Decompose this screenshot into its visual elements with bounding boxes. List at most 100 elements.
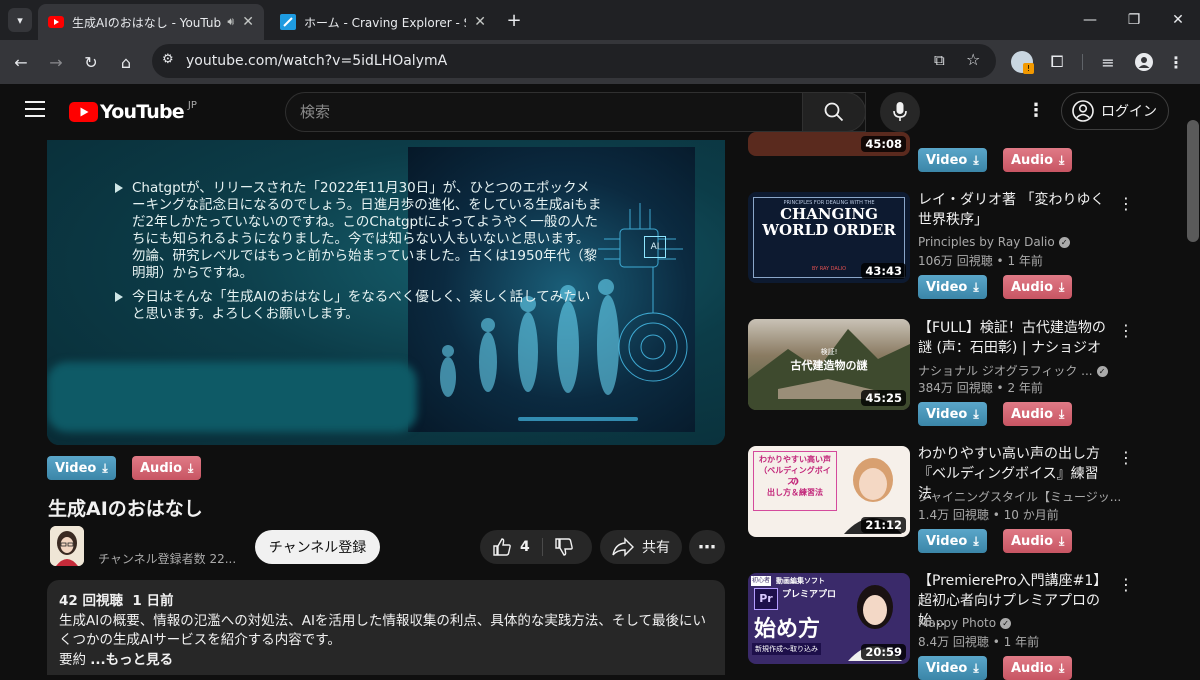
speaker-icon[interactable]: 🔊︎ bbox=[227, 15, 234, 29]
related-title[interactable]: 【FULL】検証！古代建造物の謎 (声：石田彰) | ナショジオ bbox=[918, 318, 1110, 358]
show-more-link[interactable]: ...もっと見る bbox=[90, 652, 173, 668]
browser-tab-craving[interactable]: ホーム - Craving Explorer - Start ✕ bbox=[270, 4, 496, 40]
related-thumbnail-4[interactable]: 初心者 動画編集ソフト プレミアプロ Pr 始め方 新規作成〜取り込み 20:5… bbox=[748, 573, 910, 664]
video-download-button[interactable]: Video ⤓ bbox=[918, 402, 987, 426]
related-channel[interactable]: ナショナル ジオグラフィック ... ✓ bbox=[918, 362, 1108, 379]
youtube-logo[interactable]: YouTube JP bbox=[69, 99, 197, 125]
related-thumbnail-0[interactable]: 45:08 bbox=[748, 132, 910, 156]
install-app-icon[interactable]: ⧉ bbox=[934, 51, 945, 69]
settings-kebab-icon[interactable]: ⋮ bbox=[1027, 100, 1045, 124]
related-age: 1 年前 bbox=[1007, 254, 1043, 268]
related-more-icon[interactable]: ⋮ bbox=[1118, 447, 1134, 467]
close-window-icon[interactable]: ✕ bbox=[1164, 8, 1192, 32]
tab-title: ホーム - Craving Explorer - Start bbox=[304, 15, 466, 30]
browser-tab-youtube[interactable]: 生成AIのおはなし - YouTube 🔊︎ ✕ bbox=[38, 4, 264, 40]
video-download-label: Video bbox=[926, 660, 968, 676]
related-more-icon[interactable]: ⋮ bbox=[1118, 320, 1134, 340]
tab-search-chevron-icon[interactable]: ▾ bbox=[8, 8, 32, 32]
related-channel[interactable]: シャイニングスタイル【ミュージッ... bbox=[918, 488, 1121, 505]
duration-badge: 43:43 bbox=[861, 263, 906, 279]
video-download-button[interactable]: Video ⤓ bbox=[918, 275, 987, 299]
subscriber-count: チャンネル登録者数 22... bbox=[98, 552, 237, 566]
thumb-caption: 新規作成〜取り込み bbox=[752, 643, 821, 655]
related-more-icon[interactable]: ⋮ bbox=[1118, 193, 1134, 213]
related-views: 8.4万 回視聴 bbox=[918, 635, 989, 649]
related-meta: 1.4万 回視聴 • 10 か月前 bbox=[918, 508, 1059, 522]
audio-download-button[interactable]: Audio ⤓ bbox=[132, 456, 201, 480]
related-thumbnail-3[interactable]: わかりやすい高い声 （ベルディングボイス） の 出し方＆練習法 21:12 bbox=[748, 446, 910, 537]
like-button[interactable]: 4 bbox=[492, 537, 542, 557]
close-tab-icon[interactable]: ✕ bbox=[242, 14, 254, 30]
login-button[interactable]: ログイン bbox=[1061, 92, 1169, 130]
related-title[interactable]: レイ・ダリオ著 「変わりゆく世界秩序」 bbox=[918, 190, 1110, 230]
related-meta: 106万 回視聴 • 1 年前 bbox=[918, 254, 1043, 268]
related-thumbnail-1[interactable]: PRINCIPLES FOR DEALING WITH THE CHANGING… bbox=[748, 192, 910, 283]
related-meta: 8.4万 回視聴 • 1 年前 bbox=[918, 635, 1040, 649]
forward-icon[interactable]: → bbox=[44, 50, 68, 74]
like-dislike-group: 4 bbox=[480, 530, 592, 564]
ai-chip-label: AI bbox=[644, 236, 666, 258]
audio-download-button[interactable]: Audio ⤓ bbox=[1003, 275, 1072, 299]
audio-download-label: Audio bbox=[1011, 533, 1054, 549]
reload-icon[interactable]: ↻ bbox=[79, 50, 103, 74]
craving-explorer-favicon-icon bbox=[280, 14, 296, 30]
related-more-icon[interactable]: ⋮ bbox=[1118, 574, 1134, 594]
share-button[interactable]: 共有 bbox=[600, 530, 682, 564]
video-download-label: Video bbox=[926, 406, 968, 422]
profile-extension-icon[interactable]: ! bbox=[1011, 51, 1034, 74]
subscribe-button[interactable]: チャンネル登録 bbox=[255, 530, 380, 564]
new-tab-icon[interactable]: + bbox=[500, 8, 528, 32]
channel-avatar[interactable] bbox=[50, 526, 84, 566]
verified-check-icon: ✓ bbox=[1000, 618, 1012, 629]
youtube-play-logo-icon bbox=[69, 102, 98, 122]
dislike-button[interactable] bbox=[554, 537, 576, 557]
related-meta: 384万 回視聴 • 2 年前 bbox=[918, 381, 1043, 395]
youtube-favicon-icon bbox=[48, 16, 64, 28]
restore-icon[interactable]: ❐ bbox=[1120, 8, 1148, 32]
blurred-region bbox=[47, 362, 417, 432]
audio-download-label: Audio bbox=[140, 460, 183, 476]
download-arrow-icon: ⤓ bbox=[973, 406, 979, 421]
search-input[interactable] bbox=[300, 102, 800, 122]
site-info-icon[interactable]: ⚙ bbox=[162, 52, 174, 67]
video-download-button[interactable]: Video ⤓ bbox=[918, 656, 987, 680]
close-tab-icon[interactable]: ✕ bbox=[474, 14, 486, 30]
video-download-label: Video bbox=[55, 460, 97, 476]
thumb-caption: 始め方 bbox=[754, 617, 821, 642]
thumb-caption: 動画編集ソフト bbox=[776, 577, 825, 585]
hamburger-menu-icon[interactable] bbox=[25, 101, 45, 117]
related-age: 10 か月前 bbox=[1003, 508, 1059, 522]
audio-download-button[interactable]: Audio ⤓ bbox=[1003, 529, 1072, 553]
video-download-button[interactable]: Video ⤓ bbox=[918, 148, 987, 172]
account-circle-icon bbox=[1072, 100, 1094, 122]
search-button[interactable] bbox=[802, 92, 866, 132]
download-arrow-icon: ⤓ bbox=[1059, 152, 1065, 167]
browser-menu-icon[interactable]: ⋮ bbox=[1164, 50, 1188, 74]
profile-avatar-icon[interactable] bbox=[1132, 50, 1156, 74]
channel-name: シャイニングスタイル【ミュージッ... bbox=[918, 490, 1122, 504]
related-channel[interactable]: Principles by Ray Dalio ✓ bbox=[918, 235, 1070, 249]
related-channel[interactable]: Mappy Photo ✓ bbox=[918, 616, 1012, 630]
voice-search-button[interactable] bbox=[880, 92, 920, 132]
media-control-icon[interactable]: ≡ bbox=[1096, 50, 1120, 74]
video-download-button[interactable]: Video ⤓ bbox=[918, 529, 987, 553]
youtube-header: YouTube JP ⋮ ログイン bbox=[0, 84, 1200, 140]
address-bar[interactable]: ⚙ youtube.com/watch?v=5idLHOalymA ⧉ ☆ bbox=[152, 44, 996, 78]
extensions-puzzle-icon[interactable]: ⧠ bbox=[1045, 50, 1069, 74]
video-download-button[interactable]: Video ⤓ bbox=[47, 456, 116, 480]
home-icon[interactable]: ⌂ bbox=[114, 50, 138, 74]
audio-download-button[interactable]: Audio ⤓ bbox=[1003, 148, 1072, 172]
thumb-caption: わかりやすい高い声 bbox=[759, 455, 831, 464]
bookmark-star-icon[interactable]: ☆ bbox=[966, 50, 980, 69]
audio-download-button[interactable]: Audio ⤓ bbox=[1003, 402, 1072, 426]
download-arrow-icon: ⤓ bbox=[1059, 660, 1065, 675]
like-count: 4 bbox=[520, 539, 530, 555]
audio-download-button[interactable]: Audio ⤓ bbox=[1003, 656, 1072, 680]
related-thumbnail-2[interactable]: 検証! 古代建造物の謎 45:25 bbox=[748, 319, 910, 410]
video-player[interactable]: AI Chatgptが、リリースされた「2022年11月30日」が、ひとつのエポ… bbox=[47, 140, 725, 445]
back-icon[interactable]: ← bbox=[9, 50, 33, 74]
description-box[interactable]: 42 回視聴 1 日前 生成AIの概要、情報の氾濫への対処法、AIを活用した情報… bbox=[47, 580, 725, 675]
more-actions-icon[interactable]: ⋯ bbox=[689, 530, 725, 564]
minimize-icon[interactable]: — bbox=[1076, 8, 1104, 32]
page-scrollbar-thumb[interactable] bbox=[1187, 120, 1199, 242]
